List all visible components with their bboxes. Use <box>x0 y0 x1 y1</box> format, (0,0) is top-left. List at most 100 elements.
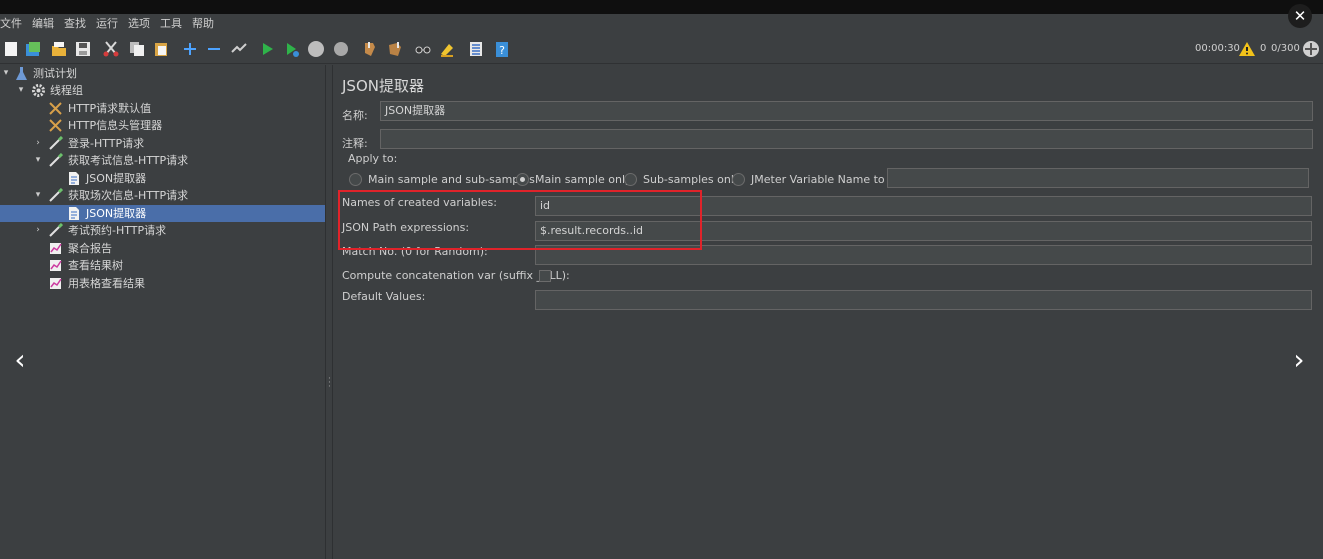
radio-label: Main sample and sub-samples <box>368 172 535 186</box>
tree-item-test-plan[interactable]: ▾ 测试计划 <box>0 65 325 82</box>
menu-search[interactable]: 查找 <box>59 14 91 34</box>
tree-item-table-results[interactable]: 用表格查看结果 <box>0 275 325 292</box>
chart-icon <box>48 258 63 273</box>
close-viewer-button[interactable]: ✕ <box>1288 4 1312 28</box>
cut-icon[interactable] <box>102 40 120 58</box>
tree-expand-icon[interactable]: ▾ <box>16 82 26 99</box>
tree-item-label: 测试计划 <box>33 67 77 80</box>
tree-item-session-info-request[interactable]: ▾ 获取场次信息-HTTP请求 <box>0 187 325 204</box>
chevron-left-icon: ‹ <box>14 343 26 376</box>
pipette-icon <box>48 136 63 151</box>
menu-edit[interactable]: 编辑 <box>27 14 59 34</box>
tree-item-label: 获取场次信息-HTTP请求 <box>68 189 189 202</box>
remote-status-icon[interactable] <box>1302 40 1320 58</box>
radio-button-selected-icon <box>516 172 529 186</box>
tree-expand-icon[interactable]: › <box>33 135 43 152</box>
comment-label: 注释: <box>342 137 368 150</box>
start-no-pause-icon[interactable] <box>283 40 301 58</box>
chart-icon <box>48 276 63 291</box>
tree-item-label: 获取考试信息-HTTP请求 <box>68 154 189 167</box>
split-pane-divider[interactable]: · · · <box>325 65 333 559</box>
collapse-icon[interactable] <box>205 40 223 58</box>
name-label: 名称: <box>342 109 368 122</box>
menu-tools[interactable]: 工具 <box>155 14 187 34</box>
tree-item-label: JSON提取器 <box>86 172 147 185</box>
comment-field[interactable] <box>380 129 1313 149</box>
default-values-field[interactable] <box>535 290 1312 310</box>
pipette-icon <box>48 188 63 203</box>
tree-item-json-extractor[interactable]: JSON提取器 <box>0 170 325 187</box>
tree-item-login-request[interactable]: › 登录-HTTP请求 <box>0 135 325 152</box>
tree-item-http-defaults[interactable]: HTTP请求默认值 <box>0 100 325 117</box>
tree-expand-icon[interactable]: › <box>33 222 43 239</box>
radio-sub-samples-only[interactable]: Sub-samples only <box>624 172 740 186</box>
menu-options[interactable]: 选项 <box>123 14 155 34</box>
panel-title: JSON提取器 <box>342 77 424 95</box>
pipette-icon <box>48 153 63 168</box>
divider-grip-icon: · · · <box>328 374 331 392</box>
clear-icon[interactable] <box>360 40 378 58</box>
stop-icon[interactable] <box>307 40 325 58</box>
radio-button-icon <box>349 172 362 186</box>
concatenation-checkbox[interactable] <box>539 270 551 282</box>
new-icon[interactable] <box>2 40 20 58</box>
radio-main-and-sub-samples[interactable]: Main sample and sub-samples <box>349 172 535 186</box>
tree-item-result-tree[interactable]: 查看结果树 <box>0 257 325 274</box>
elapsed-time: 00:00:30 <box>1195 43 1240 54</box>
paste-icon[interactable] <box>152 40 170 58</box>
tree-item-label: 用表格查看结果 <box>68 277 145 290</box>
next-image-button[interactable]: › <box>1284 340 1314 380</box>
shutdown-icon[interactable] <box>332 40 350 58</box>
chart-icon <box>48 241 63 256</box>
open-icon[interactable] <box>50 40 68 58</box>
clear-all-icon[interactable] <box>386 40 404 58</box>
concatenation-label: Compute concatenation var (suffix _ALL): <box>342 269 570 282</box>
tree-item-label: HTTP信息头管理器 <box>68 119 163 132</box>
tree-item-thread-group[interactable]: ▾ 线程组 <box>0 82 325 99</box>
wrench-icon <box>48 101 63 116</box>
radio-label: JMeter Variable Name to use <box>751 172 908 186</box>
radio-main-sample-only[interactable]: Main sample only <box>516 172 632 186</box>
function-helper-icon[interactable] <box>467 40 485 58</box>
tree-item-label: 聚合报告 <box>68 242 112 255</box>
tree-item-label: 查看结果树 <box>68 259 123 272</box>
toggle-icon[interactable] <box>230 40 248 58</box>
chevron-right-icon: › <box>1293 343 1305 376</box>
tree-item-aggregate-report[interactable]: 聚合报告 <box>0 240 325 257</box>
radio-jmeter-variable[interactable]: JMeter Variable Name to use <box>732 172 908 186</box>
apply-to-label: Apply to: <box>348 152 398 165</box>
radio-button-icon <box>732 172 745 186</box>
tree-expand-icon[interactable]: ▾ <box>1 65 11 82</box>
jmeter-variable-field[interactable] <box>887 168 1309 188</box>
document-icon <box>66 206 81 221</box>
menu-bar: 文件 编辑 查找 运行 选项 工具 帮助 <box>0 14 1323 34</box>
menu-file[interactable]: 文件 <box>0 14 27 34</box>
tree-item-label: JSON提取器 <box>86 207 147 220</box>
previous-image-button[interactable]: ‹ <box>5 340 35 380</box>
warning-icon[interactable] <box>1238 40 1256 58</box>
reset-search-icon[interactable] <box>438 40 456 58</box>
gear-icon <box>31 83 46 98</box>
test-plan-icon <box>14 66 29 81</box>
json-extractor-panel: JSON提取器 名称: JSON提取器 注释: Apply to: Main s… <box>334 65 1323 559</box>
test-plan-tree: ▾ 测试计划 ▾ 线程组 HTTP请求默认值 HTTP信息头管理器 › 登录-H… <box>0 65 325 559</box>
tree-item-header-manager[interactable]: HTTP信息头管理器 <box>0 117 325 134</box>
menu-run[interactable]: 运行 <box>91 14 123 34</box>
name-field[interactable]: JSON提取器 <box>380 101 1313 121</box>
expand-icon[interactable] <box>181 40 199 58</box>
templates-icon[interactable] <box>24 40 42 58</box>
menu-help[interactable]: 帮助 <box>187 14 219 34</box>
tree-item-label: 考试预约-HTTP请求 <box>68 224 167 237</box>
tree-item-label: 登录-HTTP请求 <box>68 137 145 150</box>
default-values-label: Default Values: <box>342 290 426 303</box>
tree-item-json-extractor-selected[interactable]: JSON提取器 <box>0 205 325 222</box>
start-icon[interactable] <box>258 40 276 58</box>
help-icon[interactable]: ? <box>493 40 511 58</box>
tree-item-exam-info-request[interactable]: ▾ 获取考试信息-HTTP请求 <box>0 152 325 169</box>
tree-expand-icon[interactable]: ▾ <box>33 152 43 169</box>
save-icon[interactable] <box>74 40 92 58</box>
search-icon[interactable] <box>414 40 432 58</box>
copy-icon[interactable] <box>128 40 146 58</box>
tree-item-exam-booking-request[interactable]: › 考试预约-HTTP请求 <box>0 222 325 239</box>
tree-expand-icon[interactable]: ▾ <box>33 187 43 204</box>
